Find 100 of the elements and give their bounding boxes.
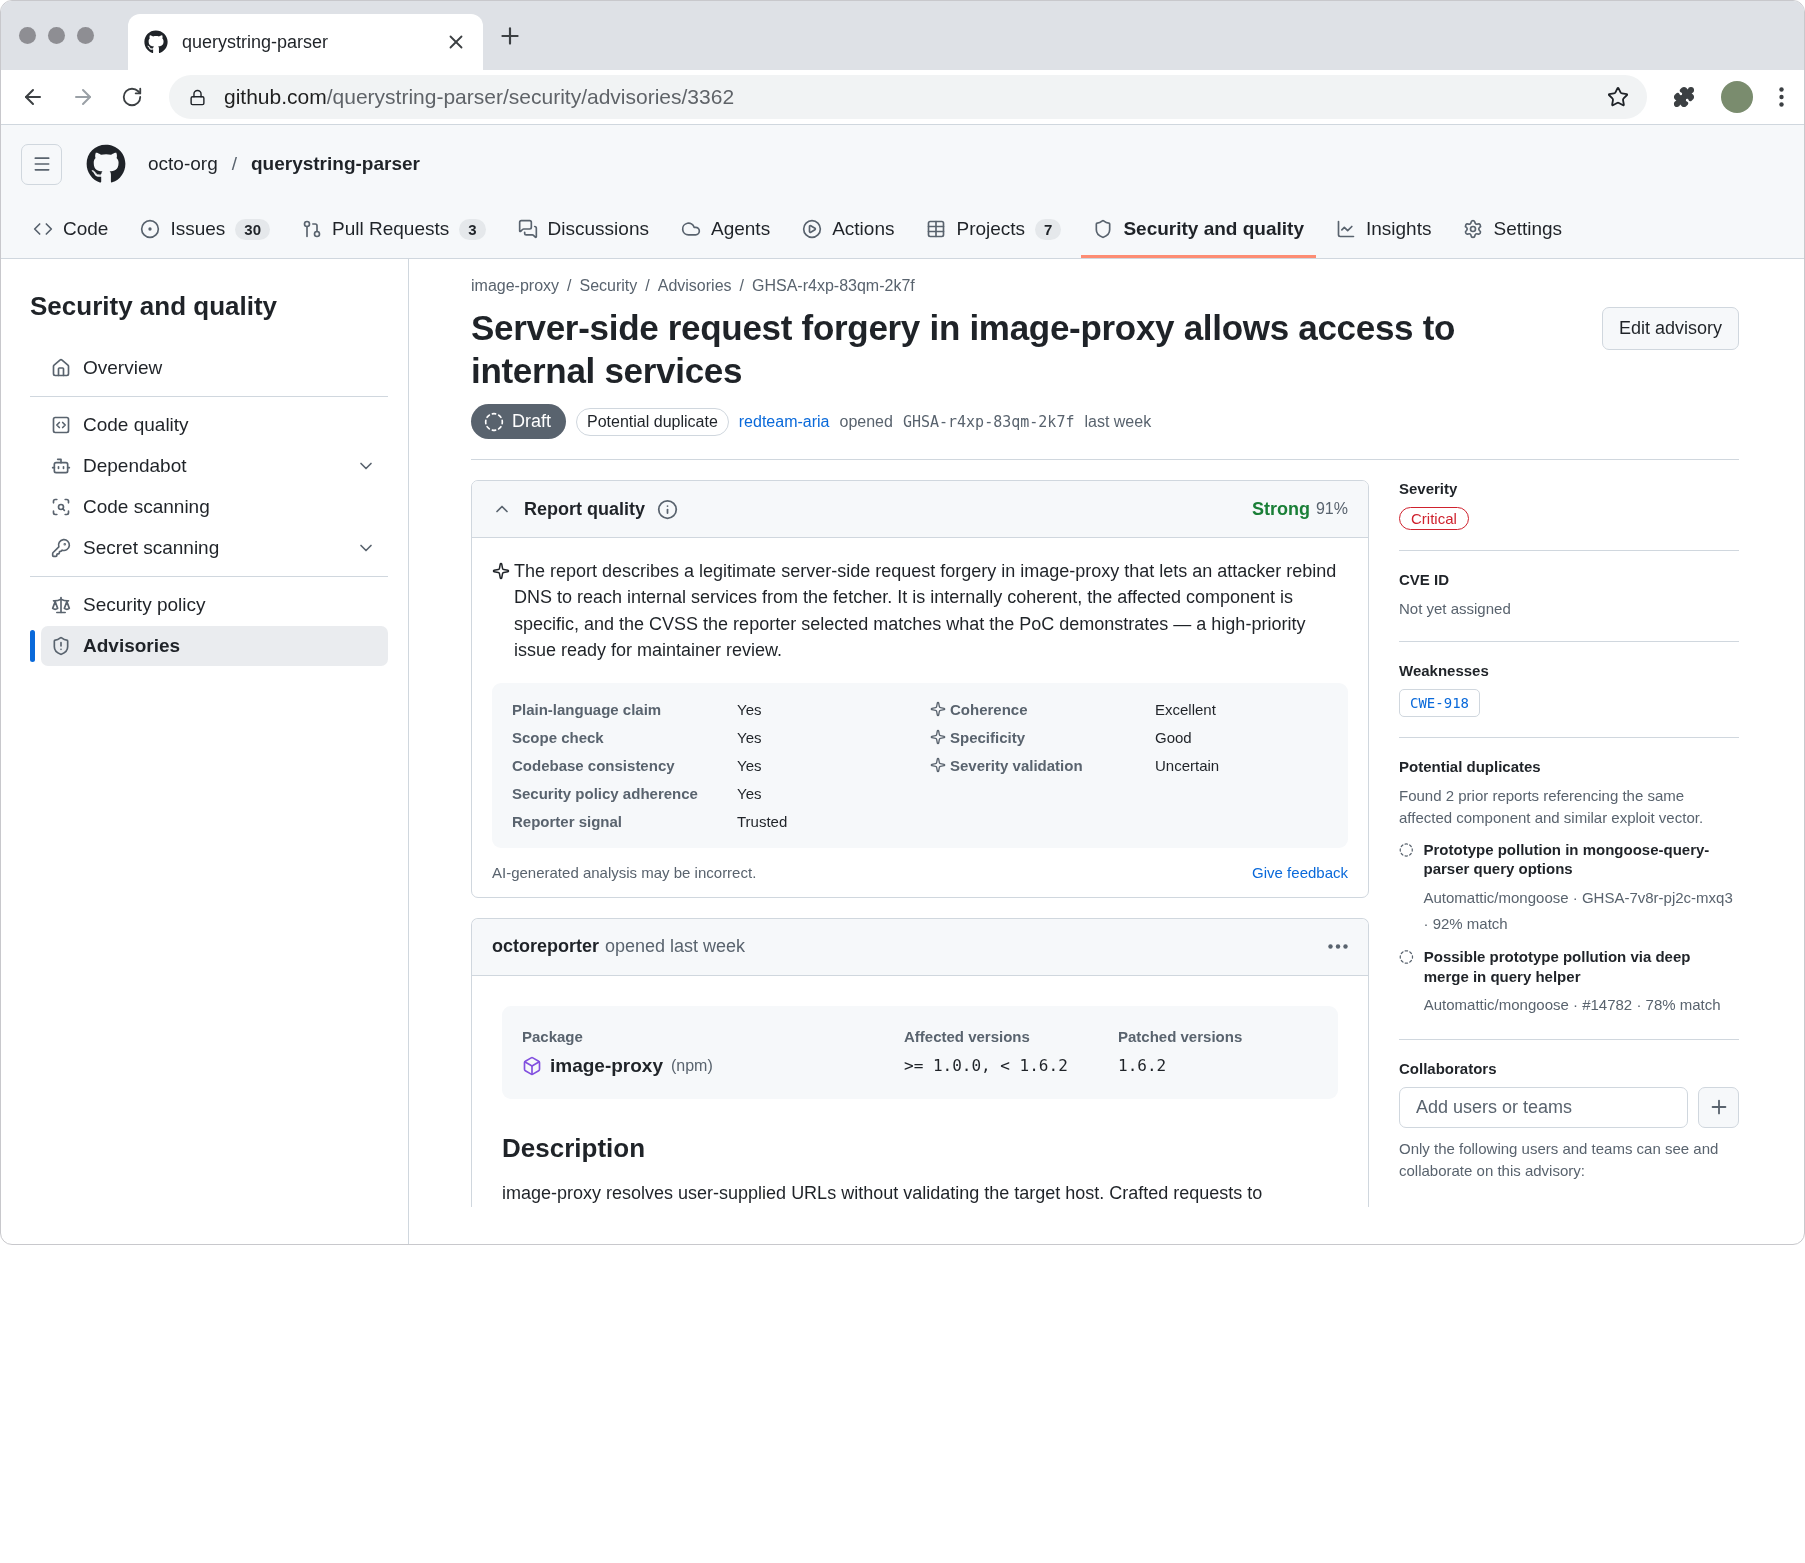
house-icon xyxy=(51,358,71,378)
breadcrumb-link[interactable]: Security xyxy=(579,277,638,295)
weakness-tag[interactable]: CWE-918 xyxy=(1399,688,1480,717)
menu-button[interactable] xyxy=(21,143,62,185)
breadcrumb-link[interactable]: GHSA-r4xp-83qm-2k7f xyxy=(752,277,915,295)
vertical-ellipsis-icon xyxy=(1779,87,1784,107)
time-text: last week xyxy=(1084,412,1152,431)
duplicate-title[interactable]: Prototype pollution in mongoose-query-parser query options xyxy=(1423,839,1739,879)
code-square-icon xyxy=(51,415,71,435)
repo-name-link[interactable]: querystring-parser xyxy=(251,153,420,175)
settings-icon xyxy=(1463,219,1484,239)
report-summary: The report describes a legitimate server-side request forgery in image-proxy that lets an attacker rebind DNS to reach internal services from the fetcher. It is internally coherent, the affected component is specific, and the CVSS the reporter selected matches what the PoC demonstrates — a high-priority issue ready for maintainer review. xyxy=(514,560,1338,662)
nav-tab[interactable]: Discussions xyxy=(505,203,661,258)
more-options-button[interactable] xyxy=(1328,944,1348,950)
description-heading: Description xyxy=(502,1132,647,1164)
ellipsis-icon xyxy=(1328,944,1348,950)
selection-indicator xyxy=(30,630,35,662)
sparkle-icon xyxy=(930,701,946,718)
column-header: Patched versions xyxy=(1118,1027,1244,1045)
nav-tab[interactable]: Projects 7 xyxy=(914,203,1074,258)
browser-menu-button[interactable] xyxy=(1779,87,1784,107)
breadcrumb-separator: / xyxy=(567,277,572,295)
key-icon xyxy=(51,538,71,558)
sidebar-title: Security and quality xyxy=(30,291,279,322)
author-link[interactable]: redteam-aria xyxy=(738,412,830,431)
ai-disclaimer: AI-generated analysis may be incorrect. xyxy=(492,863,757,881)
breadcrumb-link[interactable]: image-proxy xyxy=(471,277,560,295)
status-badge: Draft xyxy=(471,404,566,440)
browser-tab[interactable]: querystring-parser xyxy=(128,14,483,70)
column-header: Package xyxy=(522,1027,584,1045)
nav-tab[interactable]: Pull Requests 3 xyxy=(290,203,498,258)
card-title: Report quality xyxy=(524,498,645,520)
issue-icon xyxy=(140,219,161,239)
feedback-link[interactable]: Give feedback xyxy=(1252,863,1348,881)
count-badge: 3 xyxy=(459,218,486,240)
sidebar-item[interactable]: Dependabot xyxy=(41,446,388,486)
nav-tab[interactable]: Code xyxy=(21,203,121,258)
shield-icon xyxy=(1093,219,1114,239)
url-field[interactable]: github.com/querystring-parser/security/advisories/3362 xyxy=(169,75,1647,119)
maximize-window-dot[interactable] xyxy=(77,27,94,44)
nav-tab[interactable]: Security and quality xyxy=(1081,203,1316,258)
check-value: Excellent xyxy=(1155,700,1217,718)
package-name: image-proxy xyxy=(550,1054,663,1077)
table-icon xyxy=(926,219,947,239)
check-value: Yes xyxy=(737,728,763,746)
check-value: Uncertain xyxy=(1155,756,1221,774)
collaborators-input[interactable]: Add users or teams xyxy=(1399,1086,1688,1128)
check-label: Reporter signal xyxy=(512,812,624,830)
sparkle-icon xyxy=(930,729,946,746)
patched-versions: 1.6.2 xyxy=(1118,1056,1168,1076)
collaborators-note: Only the following users and teams can see and collaborate on this advisory: xyxy=(1399,1138,1720,1182)
comment-author[interactable]: octoreporter xyxy=(492,936,599,958)
close-window-dot[interactable] xyxy=(19,27,36,44)
nav-tab[interactable]: Insights xyxy=(1324,203,1444,258)
check-value: Good xyxy=(1155,728,1193,746)
ghsa-id: GHSA-r4xp-83qm-2k7f xyxy=(902,412,1075,431)
edit-advisory-button[interactable]: Edit advisory xyxy=(1601,307,1739,350)
check-label: Specificity xyxy=(950,728,1026,746)
section-label: Severity xyxy=(1399,480,1458,498)
shield-alert-icon xyxy=(51,636,71,656)
chat-bubbles-icon xyxy=(517,219,538,239)
nav-tab[interactable]: Settings xyxy=(1451,203,1575,258)
reload-button[interactable] xyxy=(121,86,143,108)
sidebar-item[interactable]: Overview xyxy=(41,348,388,388)
bookmark-star-icon[interactable] xyxy=(1607,86,1629,108)
info-icon[interactable] xyxy=(657,498,678,520)
minimize-window-dot[interactable] xyxy=(48,27,65,44)
sparkle-icon xyxy=(492,562,510,581)
check-value: Yes xyxy=(737,756,763,774)
check-label: Plain-language claim xyxy=(512,700,663,718)
add-button[interactable] xyxy=(1698,1086,1739,1128)
pull-request-icon xyxy=(302,219,323,239)
count-badge: 7 xyxy=(1035,218,1062,240)
duplicate-meta: Automattic/mongoose · GHSA-7v8r-pj2c-mxq3 · 92% match xyxy=(1423,887,1734,935)
nav-tab[interactable]: Actions xyxy=(790,203,907,258)
quality-score: 91% xyxy=(1315,500,1348,519)
line-chart-icon xyxy=(1336,219,1356,239)
duplicate-title[interactable]: Possible prototype pollution via deep merge in query helper xyxy=(1423,947,1739,987)
logo-icon[interactable] xyxy=(86,144,126,184)
profile-avatar[interactable] xyxy=(1721,81,1753,113)
package-icon xyxy=(522,1055,542,1076)
sidebar-item[interactable]: Code scanning xyxy=(41,487,388,527)
repo-owner-link[interactable]: octo-org xyxy=(148,153,218,175)
sidebar-item[interactable]: Security policy xyxy=(41,585,388,625)
breadcrumb-separator: / xyxy=(645,277,650,295)
comment-meta: opened last week xyxy=(605,936,746,958)
breadcrumb-link[interactable]: Advisories xyxy=(657,277,732,295)
check-value: Yes xyxy=(737,784,763,802)
check-label: Coherence xyxy=(950,700,1028,718)
robot-icon xyxy=(51,456,71,476)
extensions-button[interactable] xyxy=(1673,86,1695,108)
affected-versions: >= 1.0.0, < 1.6.2 xyxy=(904,1056,1069,1076)
sidebar-item[interactable]: Code quality xyxy=(41,405,388,445)
section-label: Weaknesses xyxy=(1399,661,1489,679)
nav-tab[interactable]: Issues 30 xyxy=(128,203,283,258)
sidebar-item[interactable]: Advisories xyxy=(41,626,388,666)
logo-icon xyxy=(144,30,168,54)
nav-tab[interactable]: Agents xyxy=(669,203,783,258)
sidebar-item[interactable]: Secret scanning xyxy=(41,528,388,568)
check-value: Yes xyxy=(737,700,763,718)
